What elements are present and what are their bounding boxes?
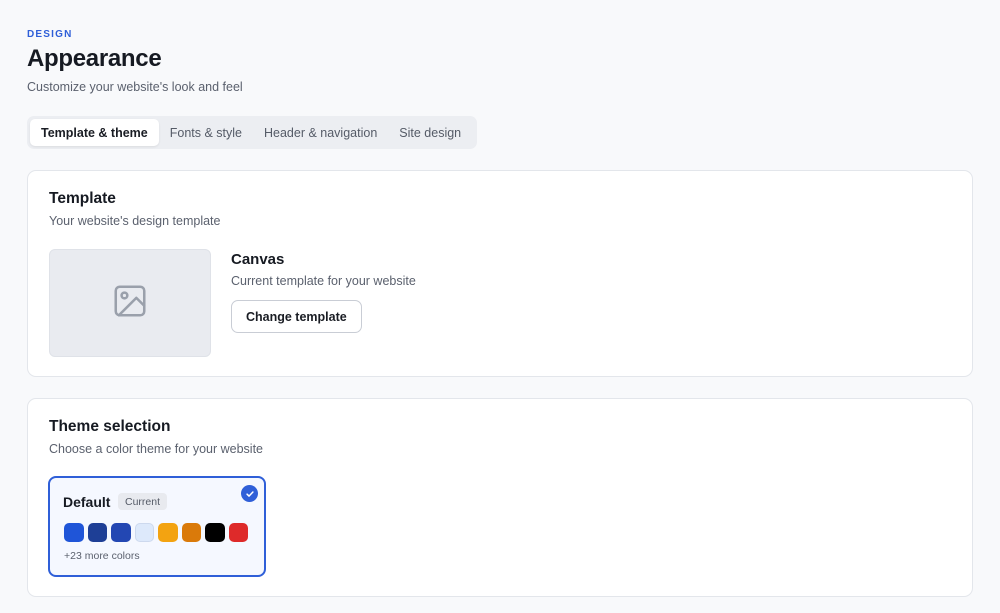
page-title: Appearance	[27, 45, 162, 72]
image-placeholder-icon	[111, 282, 149, 325]
tab-fonts-style[interactable]: Fonts & style	[159, 119, 253, 146]
template-thumbnail	[49, 249, 211, 357]
theme-card-section: Theme selection Choose a color theme for…	[27, 398, 973, 597]
color-swatch	[205, 523, 225, 542]
template-name: Canvas	[231, 251, 285, 268]
theme-option-default[interactable]: Default Current +23 more colors	[48, 476, 266, 577]
template-section-subtitle: Your website's design template	[49, 214, 221, 228]
color-swatch	[111, 523, 131, 542]
template-section-title: Template	[49, 190, 116, 207]
color-swatch	[64, 523, 84, 542]
page-subtitle: Customize your website's look and feel	[27, 80, 243, 94]
tab-site-design[interactable]: Site design	[388, 119, 472, 146]
theme-name: Default	[63, 494, 111, 510]
color-swatch	[134, 523, 154, 542]
theme-section-subtitle: Choose a color theme for your website	[49, 442, 263, 456]
template-card: Template Your website's design template …	[27, 170, 973, 377]
eyebrow-label: DESIGN	[27, 29, 73, 40]
color-swatches	[64, 523, 248, 542]
color-swatch	[158, 523, 178, 542]
check-icon	[241, 485, 258, 502]
tab-template-theme[interactable]: Template & theme	[30, 119, 159, 146]
color-swatch	[228, 523, 248, 542]
change-template-button[interactable]: Change template	[231, 300, 362, 333]
theme-section-title: Theme selection	[49, 418, 171, 435]
tab-bar: Template & theme Fonts & style Header & …	[27, 116, 477, 149]
current-badge: Current	[118, 493, 168, 510]
more-colors-label: +23 more colors	[64, 550, 140, 562]
template-description: Current template for your website	[231, 274, 416, 288]
tab-header-navigation[interactable]: Header & navigation	[253, 119, 388, 146]
color-swatch	[181, 523, 201, 542]
color-swatch	[87, 523, 107, 542]
